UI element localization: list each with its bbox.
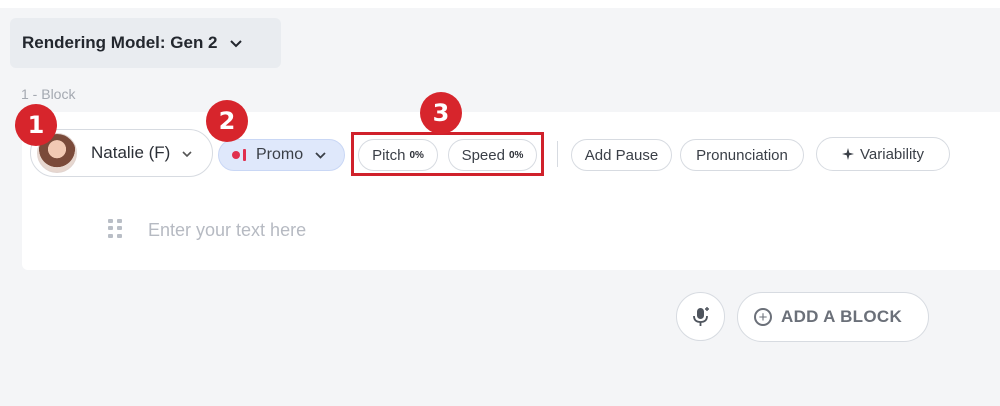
annotation-badge-3: 3 [420, 92, 462, 134]
mic-icon [692, 306, 710, 327]
chevron-down-icon [315, 148, 326, 162]
annotation-highlight-box [351, 132, 544, 176]
voice-select[interactable]: Natalie (F) [30, 129, 213, 177]
drag-handle-icon[interactable] [108, 219, 122, 239]
rendering-model-label: Rendering Model: Gen 2 [22, 33, 218, 52]
sparkle-icon [842, 148, 855, 160]
variability-button[interactable]: Variability [816, 137, 950, 171]
variability-label: Variability [860, 145, 924, 163]
toolbar-divider [557, 141, 558, 167]
pronunciation-button[interactable]: Pronunciation [680, 139, 804, 171]
block-text-input[interactable] [146, 214, 750, 246]
voice-style-select[interactable]: Promo [218, 139, 345, 171]
chevron-down-icon [182, 146, 192, 160]
voice-style-name: Promo [256, 146, 304, 163]
microphone-button[interactable] [676, 292, 725, 341]
plus-circle-icon: + [754, 308, 772, 326]
voice-name: Natalie (F) [91, 143, 171, 162]
add-block-button[interactable]: + ADD A BLOCK [737, 292, 929, 342]
annotation-badge-2: 2 [206, 100, 248, 142]
annotation-badge-1: 1 [15, 104, 57, 146]
rendering-model-select[interactable]: Rendering Model: Gen 2 [10, 18, 281, 68]
style-bar-icon [243, 149, 246, 161]
add-pause-button[interactable]: Add Pause [571, 139, 672, 171]
block-label: 1 - Block [21, 86, 76, 102]
style-dot-icon [232, 151, 240, 159]
chevron-down-icon [229, 36, 242, 51]
add-block-label: ADD A BLOCK [781, 307, 903, 326]
top-band [0, 0, 1000, 8]
